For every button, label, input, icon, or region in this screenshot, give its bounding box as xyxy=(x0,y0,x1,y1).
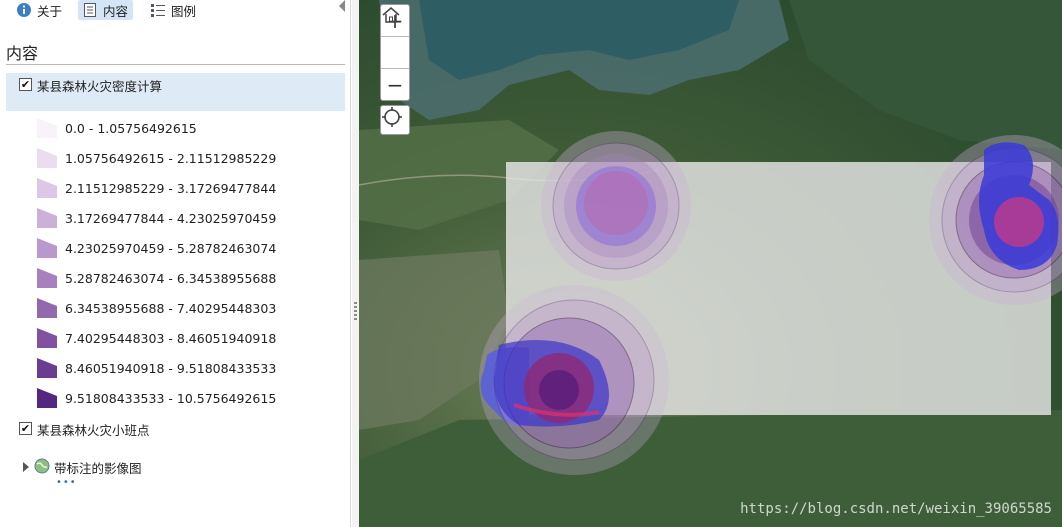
locate-button[interactable] xyxy=(380,105,410,135)
legend-swatch xyxy=(37,328,57,348)
zoom-out-button[interactable]: − xyxy=(381,69,409,100)
legend-item-label: 3.17269477844 - 4.23025970459 xyxy=(65,210,277,226)
layer-points-checkbox[interactable]: ✔ xyxy=(19,422,32,435)
legend-item-label: 4.23025970459 - 5.28782463074 xyxy=(65,240,277,256)
legend-item: 0.0 - 1.05756492615 xyxy=(37,118,197,138)
legend-swatch xyxy=(37,178,57,198)
map-canvas[interactable] xyxy=(359,0,1062,527)
sidebar: 关于 内容 图例 内容 ✔ 某县森林火灾密度计算 0.0 - 1.0575649… xyxy=(0,0,351,527)
legend-item: 5.28782463074 - 6.34538955688 xyxy=(37,268,276,288)
density-hotspot xyxy=(479,285,669,475)
legend-item-label: 7.40295448303 - 8.46051940918 xyxy=(65,330,277,346)
more-options-icon[interactable]: ••• xyxy=(56,477,77,488)
legend-item: 9.51808433533 - 10.5756492615 xyxy=(37,388,276,408)
legend-item: 3.17269477844 - 4.23025970459 xyxy=(37,208,276,228)
legend-label: 图例 xyxy=(171,3,197,19)
content-button[interactable]: 内容 xyxy=(78,0,133,20)
legend-item: 6.34538955688 - 7.40295448303 xyxy=(37,298,276,318)
collapse-panel-icon[interactable] xyxy=(339,0,345,12)
about-label: 关于 xyxy=(37,3,63,19)
sidebar-toolbar: 关于 内容 图例 xyxy=(0,0,351,22)
map-view[interactable]: + − https://blog.csdn.net/weixin_3906558… xyxy=(359,0,1062,527)
legend-item: 2.11512985229 - 3.17269477844 xyxy=(37,178,276,198)
density-core-hot xyxy=(584,171,648,235)
legend-item-label: 6.34538955688 - 7.40295448303 xyxy=(65,300,277,316)
density-hotspot xyxy=(541,131,691,281)
zoom-control: + − xyxy=(380,4,410,101)
document-icon xyxy=(82,2,98,18)
legend-item: 1.05756492615 - 2.11512985229 xyxy=(37,148,276,168)
legend-item-label: 0.0 - 1.05756492615 xyxy=(65,120,197,136)
legend-item: 7.40295448303 - 8.46051940918 xyxy=(37,328,276,348)
legend-button[interactable]: 图例 xyxy=(146,0,200,20)
splitter-grip-icon[interactable] xyxy=(354,302,357,320)
content-label: 内容 xyxy=(103,3,129,19)
layer-imagery-label: 带标注的影像图 xyxy=(54,461,142,476)
legend-swatch xyxy=(37,268,57,288)
legend-item-label: 1.05756492615 - 2.11512985229 xyxy=(65,150,277,166)
density-core-center xyxy=(539,370,579,410)
home-button[interactable] xyxy=(381,7,409,69)
legend-item: 8.46051940918 - 9.51808433533 xyxy=(37,358,276,378)
density-core-hot xyxy=(994,197,1044,247)
legend-swatch xyxy=(37,118,57,138)
about-button[interactable]: 关于 xyxy=(12,0,66,20)
layer-density-checkbox[interactable]: ✔ xyxy=(19,78,32,91)
panel-title: 内容 xyxy=(6,44,39,63)
panel-splitter[interactable] xyxy=(352,0,359,527)
legend-item-label: 8.46051940918 - 9.51808433533 xyxy=(65,360,277,376)
watermark: https://blog.csdn.net/weixin_39065585 xyxy=(740,501,1052,517)
legend-item: 4.23025970459 - 5.28782463074 xyxy=(37,238,276,258)
layer-density-label: 某县森林火灾密度计算 xyxy=(37,79,163,94)
legend-swatch xyxy=(37,358,57,378)
legend-item-label: 2.11512985229 - 3.17269477844 xyxy=(65,180,277,196)
expand-arrow-icon[interactable] xyxy=(23,462,29,472)
legend-swatch xyxy=(37,208,57,228)
legend-item-label: 5.28782463074 - 6.34538955688 xyxy=(65,270,277,286)
list-icon xyxy=(150,2,166,18)
layer-item-density[interactable]: ✔ 某县森林火灾密度计算 xyxy=(6,73,345,111)
legend-item-label: 9.51808433533 - 10.5756492615 xyxy=(65,390,277,406)
layer-points-label: 某县森林火灾小班点 xyxy=(37,423,150,438)
legend-swatch xyxy=(37,148,57,168)
globe-icon xyxy=(34,458,50,474)
legend-swatch xyxy=(37,298,57,318)
info-icon xyxy=(16,2,32,18)
legend-swatch xyxy=(37,388,57,408)
divider xyxy=(6,64,345,65)
legend-swatch xyxy=(37,238,57,258)
